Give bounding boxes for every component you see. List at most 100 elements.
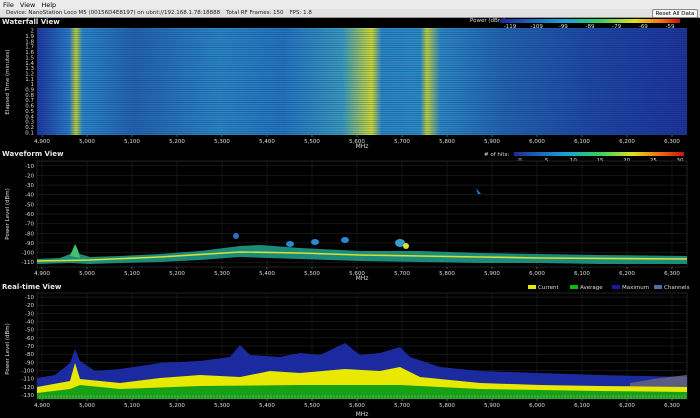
waterfall-x-tick-label: 5,700 [394, 139, 410, 145]
fps-readout: FPS: 1.8 [289, 10, 312, 16]
waterfall-x-tick-label: 4,900 [34, 139, 50, 145]
waveform-blob [286, 241, 294, 247]
waveform-y-tick-label: -20 [25, 173, 34, 179]
waveform-x-tick-label: 5,200 [169, 271, 185, 277]
realtime-x-tick-label: 5,900 [484, 403, 500, 409]
waterfall-x-tick-label: 6,200 [619, 139, 635, 145]
realtime-panel: Current Average Maximum Channels -10 -20 -30 -… [5, 285, 690, 418]
realtime-y-tick-label: -80 [25, 352, 34, 358]
realtime-x-tick-label: 5,000 [79, 403, 95, 409]
legend-label-current: Current [538, 285, 560, 291]
waterfall-x-tick-label: 5,400 [259, 139, 275, 145]
realtime-x-tick-label: 5,400 [259, 403, 275, 409]
waveform-y-tick-label: -110 [22, 260, 35, 266]
waveform-legend-bar [514, 152, 684, 156]
waveform-blob [311, 239, 319, 245]
realtime-y-axis-label: Power Level (dBm) [5, 323, 11, 375]
waterfall-x-tick-label: 5,000 [79, 139, 95, 145]
legend-swatch-channels [654, 285, 662, 289]
realtime-x-tick-label: 6,100 [574, 403, 590, 409]
waveform-x-tick-label: 5,500 [304, 271, 320, 277]
waveform-x-tick-label: 5,400 [259, 271, 275, 277]
realtime-x-tick-label: 6,200 [619, 403, 635, 409]
waveform-x-tick-label: 6,300 [664, 271, 680, 277]
waveform-x-tick-label: 5,100 [124, 271, 140, 277]
realtime-x-tick-label: 6,000 [529, 403, 545, 409]
legend-swatch-maximum [612, 285, 620, 289]
waveform-x-tick-label: 5,000 [79, 271, 95, 277]
waveform-y-tick-label: -80 [25, 231, 34, 237]
device-info: Device: NanoStation Loco M5 (00156D4E819… [6, 10, 221, 16]
legend-label-maximum: Maximum [622, 285, 649, 291]
waveform-x-tick-label: 5,700 [394, 271, 410, 277]
waterfall-y-axis-label: Elapsed Time (minutes) [5, 49, 11, 114]
realtime-y-tick-label: -10 [25, 295, 34, 301]
reset-all-data-button[interactable]: Reset All Data [652, 9, 698, 18]
waveform-x-tick-label: 5,300 [214, 271, 230, 277]
realtime-x-tick-label: 5,600 [349, 403, 365, 409]
legend-swatch-average [570, 285, 578, 289]
realtime-x-tick-label: 5,300 [214, 403, 230, 409]
legend-label-average: Average [580, 285, 603, 291]
waterfall-heatmap [37, 28, 687, 135]
realtime-x-tick-label: 5,200 [169, 403, 185, 409]
waveform-y-tick-label: -100 [22, 251, 35, 257]
waveform-y-tick-label: -50 [25, 202, 34, 208]
realtime-y-tick-label: -70 [25, 344, 34, 350]
waveform-x-tick-label: 5,900 [484, 271, 500, 277]
realtime-x-tick-label: 6,300 [664, 403, 680, 409]
waveform-blob [341, 237, 349, 243]
waterfall-panel: Power (dBm) -119 -109 -99 -89 -79 -69 -59 21.9… [5, 18, 687, 150]
waveform-y-tick-label: -70 [25, 222, 34, 228]
realtime-y-tick-label: -50 [25, 328, 34, 334]
waveform-x-tick-label: 6,100 [574, 271, 590, 277]
waveform-y-tick-label: -90 [25, 241, 34, 247]
waterfall-x-tick-label: 6,300 [664, 139, 680, 145]
menu-help[interactable]: Help [38, 1, 59, 9]
waveform-legend-label: # of hits: [484, 152, 509, 158]
waveform-y-axis-label: Power Level (dBm) [5, 188, 11, 240]
waterfall-x-tick-label: 6,000 [529, 139, 545, 145]
menu-view[interactable]: View [17, 1, 38, 9]
waterfall-x-tick-label: 5,900 [484, 139, 500, 145]
menu-file[interactable]: File [0, 1, 17, 9]
waterfall-x-tick-label: 5,300 [214, 139, 230, 145]
realtime-y-tick-label: -20 [25, 303, 34, 309]
waterfall-legend-bar [500, 19, 680, 23]
total-frames: Total RF Frames: 150 [226, 10, 284, 16]
waterfall-x-tick-label: 6,100 [574, 139, 590, 145]
realtime-y-tick-label: -110 [22, 377, 35, 383]
waveform-blob [403, 243, 409, 249]
waveform-x-tick-label: 6,000 [529, 271, 545, 277]
menu-bar: File View Help [0, 0, 700, 9]
waterfall-x-tick-label: 5,500 [304, 139, 320, 145]
waterfall-y-tick-label: 0.1 [25, 130, 34, 136]
waveform-x-tick-label: 5,800 [439, 271, 455, 277]
waterfall-x-axis-label: MHz [356, 143, 369, 150]
legend-swatch-current [528, 285, 536, 289]
realtime-x-tick-label: 5,700 [394, 403, 410, 409]
realtime-x-tick-label: 5,800 [439, 403, 455, 409]
waterfall-x-tick-label: 5,800 [439, 139, 455, 145]
realtime-y-tick-label: -120 [22, 385, 35, 391]
legend-label-channels: Channels [664, 285, 690, 291]
waveform-x-axis-label: MHz [356, 275, 369, 282]
waveform-y-tick-label: -40 [25, 193, 34, 199]
realtime-x-tick-label: 5,500 [304, 403, 320, 409]
realtime-x-tick-label: 4,900 [34, 403, 50, 409]
realtime-y-tick-label: -130 [22, 393, 35, 399]
waterfall-x-tick-label: 5,200 [169, 139, 185, 145]
waveform-panel: # of hits: 051015202530 -10-20-30-40-50-… [5, 152, 688, 282]
realtime-y-tick-label: -100 [22, 368, 35, 374]
realtime-x-axis-label: MHz [356, 411, 369, 418]
waveform-blob [233, 233, 239, 239]
waveform-y-tick-label: -30 [25, 183, 34, 189]
realtime-y-tick-label: -40 [25, 320, 34, 326]
waveform-x-tick-label: 4,900 [34, 271, 50, 277]
realtime-y-tick-label: -90 [25, 360, 34, 366]
realtime-y-tick-label: -60 [25, 336, 34, 342]
device-info-bar: Device: NanoStation Loco M5 (00156D4E819… [0, 9, 700, 18]
waveform-y-tick-label: -10 [25, 164, 34, 170]
realtime-y-tick-label: -30 [25, 311, 34, 317]
realtime-x-tick-label: 5,100 [124, 403, 140, 409]
